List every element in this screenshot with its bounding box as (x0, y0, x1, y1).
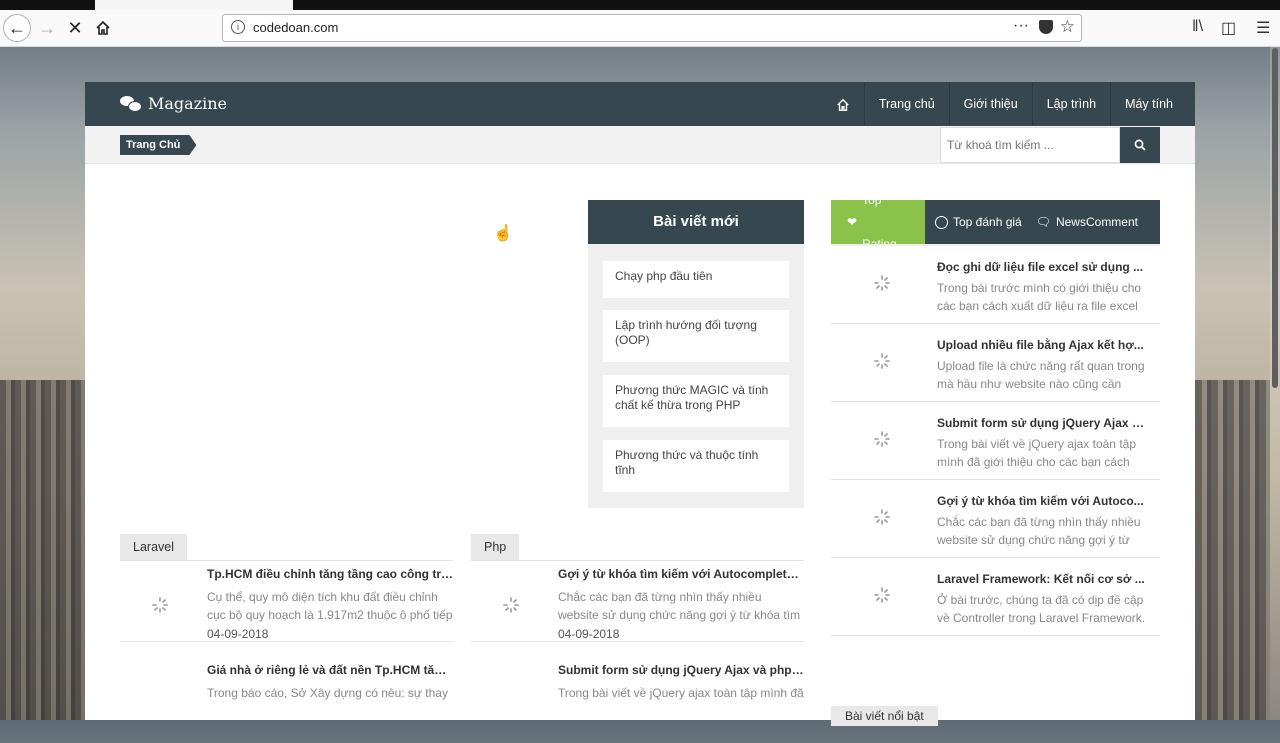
item-desc: Ở bài trước, chúng ta đã có dịp đề cập v… (937, 593, 1146, 625)
page-scrollbar-thumb[interactable] (1272, 48, 1278, 388)
site-logo[interactable]: Magazine (120, 94, 227, 113)
new-posts-box: Bài viết mới Chạy php đầu tiên Lập trình… (588, 200, 804, 508)
post-desc: Cụ thể, quy mô diện tích khu đất điều ch… (207, 590, 453, 622)
back-arrow-icon[interactable]: ← (3, 14, 31, 42)
post-item[interactable]: Submit form sử dụng jQuery Ajax và php .… (471, 663, 804, 743)
url-text: codedoan.com (253, 20, 339, 35)
tab-label: NewsComment (1055, 215, 1138, 229)
category-block-php: Php Gợi ý từ khóa tìm kiếm với Autocompl… (471, 534, 804, 700)
loading-spinner-icon (874, 587, 890, 603)
browser-tabstrip (0, 0, 1280, 10)
post-title[interactable]: Tp.HCM điều chỉnh tăng tầng cao công trì… (207, 567, 453, 581)
item-desc: Upload file là chức năng rất quan trong … (937, 359, 1145, 391)
post-title[interactable]: Gợi ý từ khóa tìm kiếm với Autocomplete … (558, 567, 804, 581)
category-label[interactable]: Php (471, 534, 520, 560)
search-icon (1134, 139, 1146, 151)
background-scenery-left (0, 380, 85, 720)
list-item[interactable]: Laravel Framework: Kết nối cơ sở ... Ở b… (831, 558, 1160, 636)
item-title[interactable]: Laravel Framework: Kết nối cơ sở ... (937, 572, 1147, 586)
forward-arrow-icon[interactable]: → (33, 14, 61, 42)
list-item[interactable]: Đọc ghi dữ liệu file excel sử dụng ... T… (831, 246, 1160, 324)
tab-top-danh-gia[interactable]: Top đánh giá (925, 200, 1030, 244)
nav-may-tinh[interactable]: Máy tính (1110, 82, 1195, 126)
item-title[interactable]: Gợi ý từ khóa tìm kiếm với Autoco... (937, 494, 1147, 508)
new-post-item[interactable]: Chạy php đầu tiên (603, 261, 789, 298)
breadcrumb[interactable]: Trang Chủ (120, 135, 196, 155)
item-desc: Trong bài trước mình có giới thiệu cho c… (937, 281, 1142, 313)
home-icon[interactable] (89, 14, 117, 42)
chat-bubbles-icon (120, 95, 142, 112)
tab-top-rating[interactable]: ❤ Top Rating (831, 193, 925, 251)
list-item[interactable]: Upload nhiều file bằng Ajax kết hợ... Up… (831, 324, 1160, 402)
pocket-icon[interactable] (1039, 20, 1053, 34)
nav-gioi-thieu[interactable]: Giới thiệu (948, 82, 1032, 126)
hand-cursor-icon: ☝ (493, 225, 513, 242)
item-title[interactable]: Đọc ghi dữ liệu file excel sử dụng ... (937, 260, 1147, 274)
loading-spinner-icon (503, 597, 519, 613)
item-desc: Chắc các bạn đã từng nhìn thấy nhiều web… (937, 515, 1141, 547)
search-input[interactable] (940, 127, 1120, 163)
sidebar-widget: ❤ Top Rating Top đánh giá 🗨 NewsComment … (831, 193, 1160, 636)
item-desc: Trong bài viết về jQuery ajax toàn tập m… (937, 437, 1136, 469)
tab-label: Top đánh giá (953, 215, 1022, 229)
item-title[interactable]: Submit form sử dụng jQuery Ajax v... (937, 416, 1147, 430)
comment-icon: 🗨 (1035, 215, 1051, 229)
post-date: 04-09-2018 (207, 627, 269, 641)
nav-lap-trinh[interactable]: Lập trình (1031, 82, 1110, 126)
post-desc: Trong bài viết về jQuery ajax toàn tập m… (558, 686, 804, 700)
new-post-item[interactable]: Phương thức MAGIC và tính chất kế thừa t… (603, 375, 789, 427)
list-item[interactable]: Submit form sử dụng jQuery Ajax v... Tro… (831, 402, 1160, 480)
list-item[interactable]: Gợi ý từ khóa tìm kiếm với Autoco... Chắ… (831, 480, 1160, 558)
heart-icon: ❤ (847, 215, 858, 229)
bookmark-star-icon[interactable]: ☆ (1060, 17, 1075, 37)
post-item[interactable]: Giá nhà ở riêng lẻ và đất nền Tp.HCM tăn… (120, 663, 453, 743)
url-bar[interactable]: i codedoan.com ··· ☆ (222, 14, 1082, 42)
library-icon[interactable]: ‖\ (1192, 18, 1203, 36)
post-title[interactable]: Giá nhà ở riêng lẻ và đất nền Tp.HCM tăn… (207, 663, 453, 677)
nav-home-icon[interactable] (822, 82, 864, 126)
loading-spinner-icon (874, 275, 890, 291)
post-item[interactable]: Tp.HCM điều chỉnh tăng tầng cao công trì… (120, 561, 453, 642)
category-block-laravel: Laravel Tp.HCM điều chỉnh tăng tầng cao … (120, 534, 453, 700)
category-label[interactable]: Laravel (120, 534, 187, 560)
page-actions-icon[interactable]: ··· (1013, 17, 1029, 35)
loading-spinner-icon (874, 431, 890, 447)
new-post-item[interactable]: Phương thức và thuộc tính tĩnh (603, 440, 789, 492)
clock-icon (935, 215, 948, 229)
sidebar-tabs: ❤ Top Rating Top đánh giá 🗨 NewsComment (831, 193, 1160, 251)
loading-spinner-icon (874, 509, 890, 525)
loading-spinner-icon (874, 353, 890, 369)
loading-spinner-icon (152, 597, 168, 613)
sidebar-icon[interactable]: ◫ (1221, 18, 1236, 38)
post-title[interactable]: Submit form sử dụng jQuery Ajax và php .… (558, 663, 804, 677)
tab-news-comment[interactable]: 🗨 NewsComment (1030, 200, 1146, 244)
site-header: Magazine Trang chủ Giới thiệu Lập trình … (85, 82, 1195, 126)
category-header: Php (471, 534, 804, 561)
browser-toolbar: ← → ✕ i codedoan.com ··· ☆ ‖\ ◫ ☰ (0, 10, 1280, 47)
browser-active-tab[interactable] (95, 0, 293, 10)
post-desc: Trong báo cáo, Sở Xây dựng có nêu: sự th… (207, 686, 448, 700)
new-post-item[interactable]: Lập trình hướng đối tượng (OOP) (603, 310, 789, 362)
page-content: Trang Chủ Bài viết mới Chạy php đầu tiên… (85, 126, 1195, 726)
item-title[interactable]: Upload nhiều file bằng Ajax kết hợ... (937, 338, 1147, 352)
stop-icon[interactable]: ✕ (61, 14, 89, 42)
post-date: 04-09-2018 (558, 627, 620, 641)
nav-trang-chu[interactable]: Trang chủ (863, 82, 949, 126)
category-header: Laravel (120, 534, 453, 561)
main-nav: Trang chủ Giới thiệu Lập trình Máy tính (822, 82, 1195, 126)
top-rating-list: Đọc ghi dữ liệu file excel sử dụng ... T… (831, 244, 1160, 636)
info-icon[interactable]: i (231, 20, 245, 34)
logo-text: Magazine (148, 94, 228, 113)
new-posts-title: Bài viết mới (588, 200, 804, 244)
featured-posts-tab[interactable]: Bài viết nổi bật (831, 706, 938, 726)
menu-icon[interactable]: ☰ (1256, 18, 1270, 38)
post-item[interactable]: Gợi ý từ khóa tìm kiếm với Autocomplete … (471, 561, 804, 642)
breadcrumb-bar: Trang Chủ (85, 126, 1195, 164)
search-button[interactable] (1120, 127, 1160, 163)
background-scenery-right (1195, 380, 1270, 720)
post-desc: Chắc các bạn đã từng nhìn thấy nhiều web… (558, 590, 801, 622)
